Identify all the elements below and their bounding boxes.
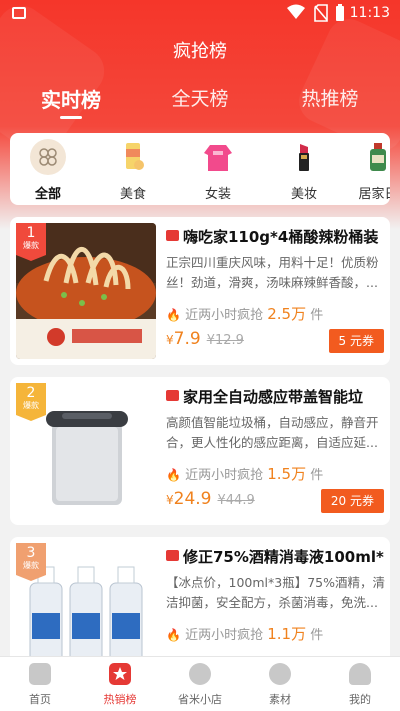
shop-icon — [166, 230, 179, 241]
category-label: 居家日 — [358, 187, 390, 202]
rank-badge: 1 爆款 — [16, 223, 46, 261]
lipstick-icon — [286, 139, 322, 175]
category-womens-clothing[interactable]: 女装 — [188, 139, 248, 202]
category-label: 美食 — [119, 187, 146, 202]
product-title: 修正75%酒精消毒液100ml*3 — [166, 546, 384, 567]
category-beauty[interactable]: 美妆 — [274, 139, 334, 202]
sales-info: 🔥 近两小时疯抢 2.5万 件 — [166, 305, 324, 323]
sales-count: 2.5万 — [267, 305, 307, 323]
category-label: 女装 — [204, 187, 231, 202]
person-icon — [349, 663, 371, 685]
compass-icon — [269, 663, 291, 685]
product-description: 正宗四川重庆风味，用料十足！优质粉丝！劲道，滑爽，汤味麻辣鲜香酸，... — [166, 255, 379, 290]
original-price: ¥12.9 — [206, 333, 244, 348]
star-badge-icon — [109, 663, 131, 685]
nav-shop[interactable]: 省米小店 — [160, 663, 240, 707]
original-price: ¥44.9 — [217, 493, 255, 508]
coupon-button[interactable]: 5 元券 — [328, 329, 384, 353]
fire-icon: 🔥 — [166, 468, 181, 482]
product-card[interactable]: 2 爆款 家用全自动感应带盖智能垃 高颜值智能垃圾桶，自动感应，静音开合，更人性… — [10, 377, 390, 525]
nav-materials[interactable]: 素材 — [240, 663, 320, 707]
alarm-clock-icon — [189, 663, 211, 685]
fire-icon: 🔥 — [166, 308, 181, 322]
coupon-button[interactable]: 20 元券 — [320, 489, 384, 513]
gallery-notification-icon — [12, 7, 26, 19]
bottom-nav: 首页 热销榜 省米小店 素材 我的 — [0, 656, 400, 711]
price-row: ¥7.9 ¥12.9 — [166, 329, 244, 349]
sales-count: 1.5万 — [267, 465, 307, 483]
category-label: 全部 — [34, 187, 61, 202]
product-card[interactable]: 1 爆款 嗨吃家110g*4桶酸辣粉桶装 正宗四川重庆风味，用料十足！优质粉丝！… — [10, 217, 390, 365]
shop-icon — [166, 390, 179, 401]
battery-icon — [336, 4, 344, 21]
category-food[interactable]: 美食 — [103, 139, 163, 202]
nav-hot-sales[interactable]: 热销榜 — [80, 663, 160, 707]
household-icon — [360, 139, 390, 175]
hot-rank-page: 11:13 疯抢榜 实时榜 全天榜 热推榜 全部 美食 女装 美妆 居家 1 爆… — [0, 0, 400, 711]
nav-profile[interactable]: 我的 — [320, 663, 400, 707]
tab-hot-recommend[interactable]: 热推榜 — [275, 84, 385, 111]
active-tab-indicator — [60, 116, 82, 119]
page-title: 疯抢榜 — [173, 41, 227, 62]
tab-all-day[interactable]: 全天榜 — [145, 84, 255, 111]
sales-info: 🔥 近两小时疯抢 1.5万 件 — [166, 465, 324, 483]
current-price: ¥7.9 — [166, 329, 201, 349]
sweater-icon — [200, 139, 236, 175]
category-strip: 全部 美食 女装 美妆 居家 — [10, 133, 390, 205]
snack-icon — [115, 139, 151, 175]
product-description: 【冰点价，100ml*3瓶】75%酒精，清洁抑菌，安全配方，杀菌消毒，免洗... — [166, 575, 385, 610]
category-home[interactable]: 居家日 — [348, 139, 390, 202]
shop-icon — [166, 550, 179, 561]
tab-realtime[interactable]: 实时榜 — [16, 84, 126, 113]
rank-badge: 3 爆款 — [16, 543, 46, 581]
main-tabs: 实时榜 全天榜 热推榜 — [0, 84, 400, 124]
nav-home[interactable]: 首页 — [0, 663, 80, 707]
wifi-icon — [287, 4, 305, 19]
product-title: 嗨吃家110g*4桶酸辣粉桶装 — [166, 226, 384, 247]
fire-icon: 🔥 — [166, 628, 181, 642]
current-price: ¥24.9 — [166, 489, 212, 509]
home-icon — [29, 663, 51, 685]
grid-icon — [30, 139, 66, 175]
sales-count: 1.1万 — [267, 625, 307, 643]
status-time: 11:13 — [349, 5, 390, 21]
price-row: ¥24.9 ¥44.9 — [166, 489, 255, 509]
category-all[interactable]: 全部 — [18, 139, 78, 202]
no-sim-icon — [314, 4, 328, 22]
category-label: 美妆 — [290, 187, 317, 202]
status-bar: 11:13 — [0, 0, 400, 28]
product-description: 高颜值智能垃圾桶，自动感应，静音开合，更人性化的感应距离，自适应延... — [166, 415, 379, 450]
sales-info: 🔥 近两小时疯抢 1.1万 件 — [166, 625, 324, 643]
product-title: 家用全自动感应带盖智能垃 — [166, 386, 384, 407]
rank-badge: 2 爆款 — [16, 383, 46, 421]
